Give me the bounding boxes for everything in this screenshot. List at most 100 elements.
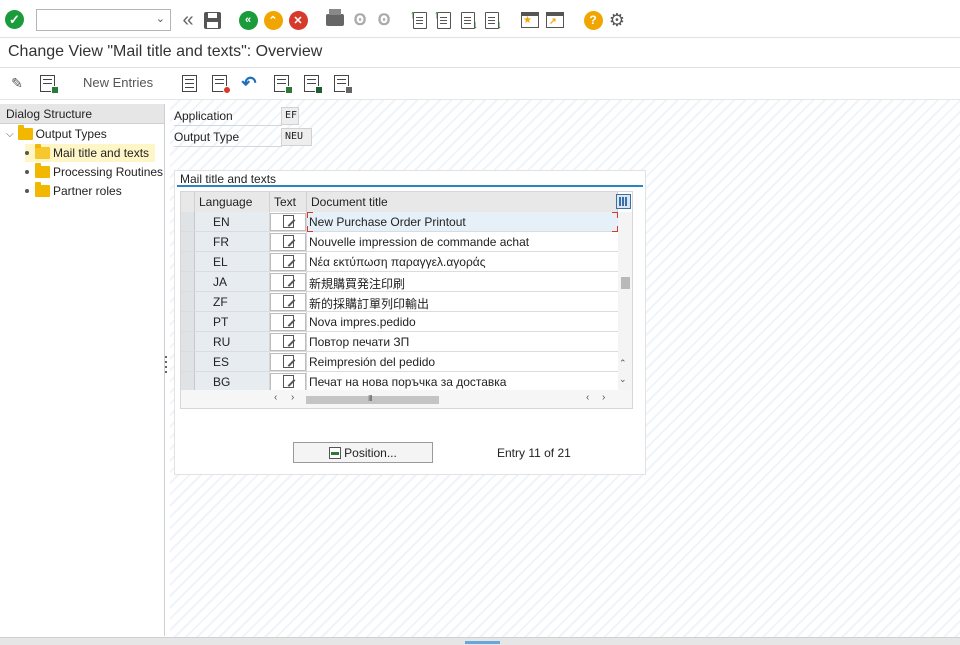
system-toolbar: ✓ ⌄ « « ⌃ ✕ Ꙩ Ꙩ ↑ ↑ ↓ ↓ ★ ↗ ? ⚙ [0,0,960,38]
edit-text-button[interactable] [270,272,306,291]
first-page-icon[interactable]: ↑ [410,9,430,31]
edit-text-button[interactable] [270,232,306,251]
document-title-cell[interactable]: Печат на нова поръчка за доставка [307,372,618,392]
scroll-left-icon[interactable]: ‹ [274,392,277,403]
focus-indicator [307,212,313,218]
text-cell [270,292,307,312]
row-selector[interactable] [181,232,195,252]
row-selector[interactable] [181,212,195,232]
cancel-icon[interactable]: ✕ [288,9,308,31]
text-cell [270,212,307,232]
folder-icon [35,182,50,197]
edit-text-icon [282,315,294,328]
chevron-down-icon[interactable]: ⌄ [156,12,165,25]
scroll-up-icon[interactable]: ⌃ [619,358,627,369]
text-cell [270,352,307,372]
tree-node-output-types[interactable]: ⌵ Output Types [6,125,107,143]
last-page-icon[interactable]: ↓ [482,9,502,31]
create-session-icon[interactable]: ★ [520,9,540,31]
status-bar-indicator [465,641,500,644]
text-cell [270,312,307,332]
application-field: EF [281,107,299,125]
delete-icon[interactable] [208,72,231,94]
back-double-icon[interactable]: « [178,9,198,31]
row-selector[interactable] [181,372,195,392]
other-view-icon[interactable] [36,72,59,94]
row-selector[interactable] [181,332,195,352]
horizontal-scrollbar-thumb[interactable]: III [306,394,439,404]
language-cell: PT [195,312,270,332]
edit-text-button[interactable] [270,332,306,351]
table-settings-icon[interactable] [616,194,631,209]
tree-node-mail-title-and-texts[interactable]: Mail title and texts [25,144,156,162]
tree-node-processing-routines[interactable]: Processing Routines [25,163,163,181]
select-all-column-header[interactable] [181,192,195,212]
copy-as-icon[interactable] [178,72,200,94]
next-page-icon[interactable]: ↓ [458,9,478,31]
output-type-field: NEU [281,128,312,146]
deselect-all-icon[interactable] [330,72,353,94]
document-title-cell[interactable]: Повтор печати ЗП [307,332,618,352]
enter-icon[interactable]: ✓ [5,10,24,29]
row-selector[interactable] [181,272,195,292]
edit-text-button[interactable] [270,352,306,371]
document-title-cell[interactable]: 新規購買発注印刷 [307,272,618,292]
document-title-cell[interactable]: New Purchase Order Printout [307,212,618,232]
help-icon[interactable]: ? [583,9,603,31]
edit-text-button[interactable] [270,212,306,231]
edit-text-icon [282,375,294,388]
bullet-icon [25,170,29,174]
edit-text-button[interactable] [270,312,306,331]
edit-text-button[interactable] [270,252,306,271]
row-selector[interactable] [181,252,195,272]
document-title-cell[interactable]: Νέα εκτύπωση παραγγελ.αγοράς [307,252,618,272]
chevron-down-icon[interactable]: ⌵ [6,129,14,140]
language-cell: ES [195,352,270,372]
edit-text-button[interactable] [270,292,306,311]
document-title-cell[interactable]: Nova impres.pedido [307,312,618,332]
exit-icon[interactable]: ⌃ [263,9,283,31]
scroll-down-icon[interactable]: ⌄ [619,374,627,385]
select-all-icon[interactable] [270,72,293,94]
tree-node-label: Processing Routines [53,165,164,179]
shortcut-icon[interactable]: ↗ [545,9,565,31]
undo-icon[interactable]: ↶ [238,72,260,94]
document-title-cell[interactable]: Nouvelle impression de commande achat [307,232,618,252]
open-folder-icon [35,144,50,159]
previous-page-icon[interactable]: ↑ [434,9,454,31]
find-icon[interactable]: Ꙩ [350,9,370,31]
column-header-language[interactable]: Language [195,192,270,212]
display-change-icon[interactable]: ✎ [6,72,28,94]
find-next-icon[interactable]: Ꙩ [374,9,394,31]
position-button[interactable]: Position... [293,442,433,463]
scroll-right-icon[interactable]: › [602,392,605,403]
tree-node-partner-roles[interactable]: Partner roles [25,182,122,200]
customize-layout-icon[interactable]: ⚙ [607,9,627,31]
select-block-icon[interactable] [300,72,323,94]
back-icon[interactable]: « [238,9,258,31]
edit-text-button[interactable] [270,372,306,391]
document-title-cell[interactable]: Reimpresión del pedido [307,352,618,372]
language-cell: BG [195,372,270,392]
column-header-text[interactable]: Text [270,192,307,212]
command-field[interactable]: ⌄ [36,9,171,31]
document-title-cell[interactable]: 新的採購訂單列印輸出 [307,292,618,312]
text-cell [270,332,307,352]
column-header-document-title[interactable]: Document title [307,192,618,212]
panel-splitter[interactable] [164,356,168,384]
scroll-right-icon[interactable]: › [291,392,294,403]
position-button-label: Position... [344,445,397,460]
scroll-left-icon[interactable]: ‹ [586,392,589,403]
print-icon[interactable] [325,9,345,31]
vertical-scrollbar-thumb[interactable] [621,277,630,289]
dialog-structure-panel: Dialog Structure ⌵ Output Types Mail tit… [0,104,165,636]
status-bar [0,637,960,645]
folder-icon [35,163,50,178]
text-cell [270,372,307,392]
language-cell: FR [195,232,270,252]
row-selector[interactable] [181,292,195,312]
row-selector[interactable] [181,312,195,332]
new-entries-button[interactable]: New Entries [83,75,153,90]
save-icon[interactable] [202,9,222,31]
row-selector[interactable] [181,352,195,372]
